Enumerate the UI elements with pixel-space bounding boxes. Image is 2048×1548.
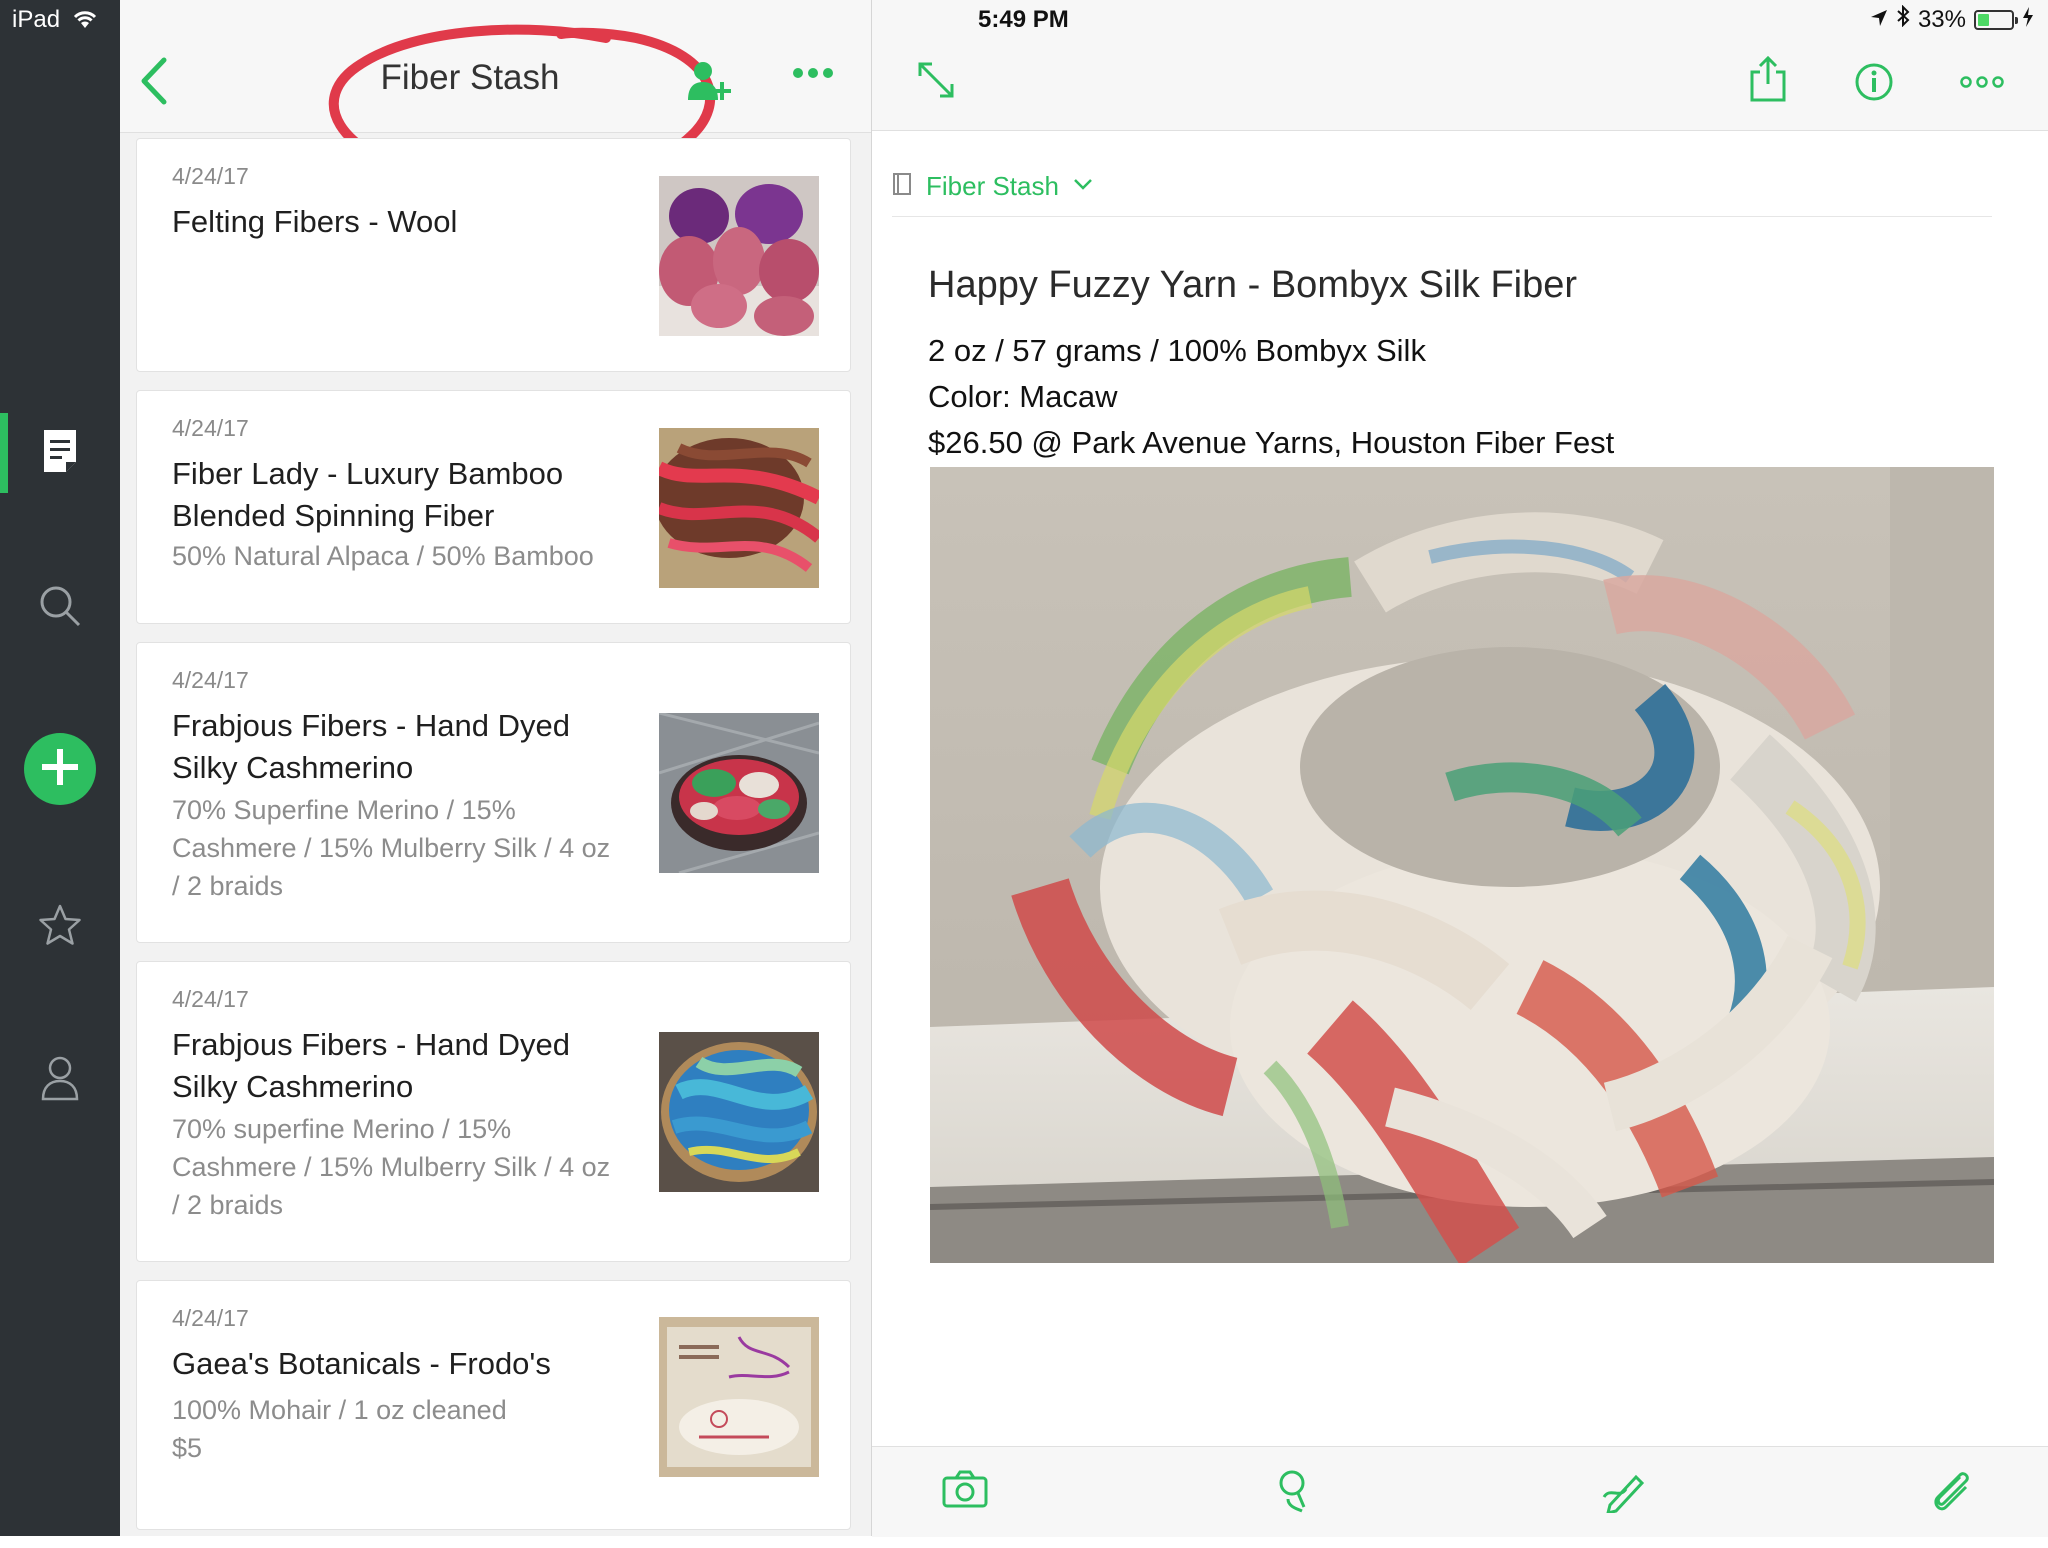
note-thumbnail xyxy=(659,1032,819,1192)
star-icon xyxy=(38,904,82,951)
location-icon xyxy=(1870,6,1888,34)
more-options-button[interactable] xyxy=(792,66,834,85)
charging-icon xyxy=(2022,6,2034,34)
info-icon[interactable] xyxy=(1854,62,1894,107)
note-list-header: Fiber Stash xyxy=(120,0,871,189)
microphone-icon[interactable] xyxy=(1276,1469,1316,1518)
notebook-icon xyxy=(892,172,912,201)
more-icon[interactable] xyxy=(1960,75,2004,94)
note-editor-panel: Fiber Stash Happy Fuzzy Yarn - Bombyx Si… xyxy=(872,0,2048,1537)
sidebar-item-search[interactable] xyxy=(0,568,120,648)
sidebar-item-notes[interactable] xyxy=(0,413,120,493)
note-snippet: 50% Natural Alpaca / 50% Bamboo xyxy=(172,541,594,571)
sidebar-item-account[interactable] xyxy=(0,1040,120,1120)
note-card[interactable]: 4/24/17 Gaea's Botanicals - Frodo's 100%… xyxy=(136,1280,851,1530)
note-date: 4/24/17 xyxy=(172,986,249,1012)
handwriting-icon[interactable] xyxy=(1600,1469,1648,1518)
clock: 5:49 PM xyxy=(978,6,1069,33)
search-icon xyxy=(38,584,82,633)
back-button[interactable] xyxy=(138,56,168,111)
note-date: 4/24/17 xyxy=(172,667,249,693)
share-notebook-button[interactable] xyxy=(686,60,734,109)
note-bottom-toolbar xyxy=(872,1446,2048,1537)
notebook-title: Fiber Stash xyxy=(380,58,560,97)
notebook-name[interactable]: Fiber Stash xyxy=(926,171,1059,202)
note-title: Gaea's Botanicals - Frodo's xyxy=(172,1346,551,1381)
camera-icon[interactable] xyxy=(942,1469,988,1514)
note-date: 4/24/17 xyxy=(172,1305,249,1331)
note-title: Felting Fibers - Wool xyxy=(172,204,458,239)
note-icon xyxy=(40,428,80,479)
note-snippet: 70% Superfine Merino / 15% Cashmere / 15… xyxy=(172,795,611,901)
expand-icon[interactable] xyxy=(916,60,956,105)
battery-icon xyxy=(1974,9,2018,30)
note-title: Fiber Lady - Luxury Bamboo Blended Spinn… xyxy=(172,456,564,533)
share-icon[interactable] xyxy=(1748,55,1788,107)
note-body[interactable]: 2 oz / 57 grams / 100% Bombyx Silk Color… xyxy=(928,328,1614,466)
note-list-panel: Fiber Stash 4/24/17 Felting Fibers - Woo… xyxy=(120,0,872,1536)
sidebar xyxy=(0,0,120,1536)
note-card[interactable]: 4/24/17 Felting Fibers - Wool xyxy=(136,138,851,372)
plus-icon xyxy=(40,747,80,792)
note-snippet: 100% Mohair / 1 oz cleaned $5 xyxy=(172,1395,507,1463)
note-card[interactable]: 4/24/17 Frabjous Fibers - Hand Dyed Silk… xyxy=(136,961,851,1262)
device-name: iPad xyxy=(12,6,61,33)
note-thumbnail xyxy=(659,176,819,336)
note-card[interactable]: 4/24/17 Frabjous Fibers - Hand Dyed Silk… xyxy=(136,642,851,943)
user-icon xyxy=(40,1055,80,1106)
note-thumbnail xyxy=(659,428,819,588)
notebook-selector: Fiber Stash xyxy=(892,156,1992,217)
note-thumbnail xyxy=(659,1317,819,1477)
note-title[interactable]: Happy Fuzzy Yarn - Bombyx Silk Fiber xyxy=(928,264,1577,307)
note-thumbnail xyxy=(659,713,819,873)
note-date: 4/24/17 xyxy=(172,163,249,189)
note-line: Color: Macaw xyxy=(928,379,1118,414)
chevron-down-icon[interactable] xyxy=(1073,177,1093,195)
note-card[interactable]: 4/24/17 Fiber Lady - Luxury Bamboo Blend… xyxy=(136,390,851,624)
sidebar-item-shortcuts[interactable] xyxy=(0,887,120,967)
attachment-icon[interactable] xyxy=(1930,1469,1974,1518)
note-title: Frabjous Fibers - Hand Dyed Silky Cashme… xyxy=(172,1027,570,1104)
note-title: Frabjous Fibers - Hand Dyed Silky Cashme… xyxy=(172,708,570,785)
note-date: 4/24/17 xyxy=(172,415,249,441)
note-line: $26.50 @ Park Avenue Yarns, Houston Fibe… xyxy=(928,425,1615,460)
bluetooth-icon xyxy=(1896,4,1910,34)
note-list: 4/24/17 Felting Fibers - Wool 4/24/17 Fi… xyxy=(136,138,851,1548)
battery-percent: 33% xyxy=(1917,5,1966,33)
note-snippet: 70% superfine Merino / 15% Cashmere / 15… xyxy=(172,1114,611,1220)
note-image xyxy=(930,467,1994,1263)
note-line: 2 oz / 57 grams / 100% Bombyx Silk xyxy=(928,333,1426,368)
wifi-icon xyxy=(70,8,100,35)
new-note-button[interactable] xyxy=(24,733,96,805)
